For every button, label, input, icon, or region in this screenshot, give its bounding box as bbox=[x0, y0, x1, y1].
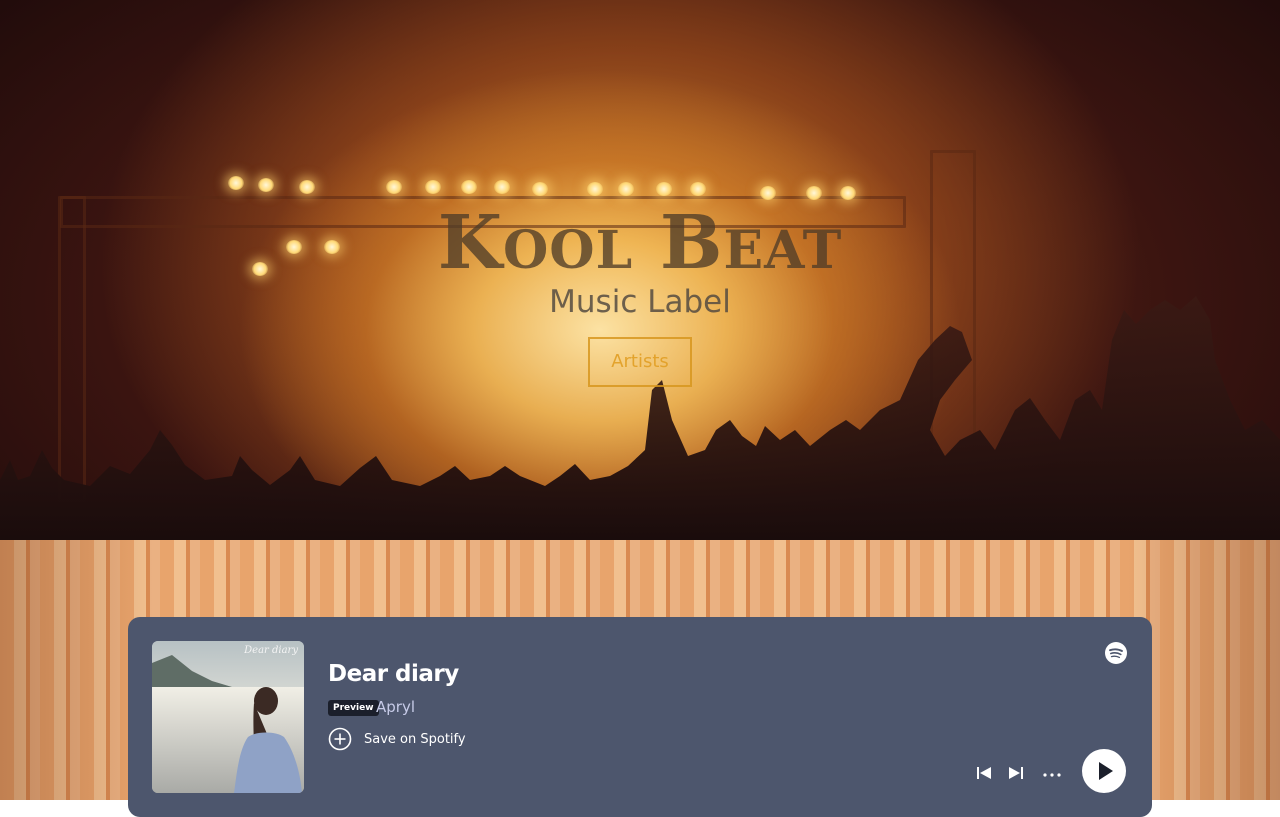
save-on-spotify-button[interactable]: Save on Spotify bbox=[328, 727, 466, 751]
stage-light bbox=[228, 176, 244, 190]
album-cover[interactable]: Dear diary bbox=[152, 641, 304, 793]
stage-light bbox=[806, 186, 822, 200]
album-cover-title: Dear diary bbox=[244, 645, 298, 656]
stage-light bbox=[425, 180, 441, 194]
add-circle-icon bbox=[328, 727, 352, 751]
artists-button[interactable]: Artists bbox=[588, 337, 692, 387]
preview-badge: Preview bbox=[328, 700, 379, 716]
spotify-embed-player: Dear diary Dear diary Preview Apryl Save… bbox=[128, 617, 1152, 817]
more-horizontal-icon[interactable] bbox=[1042, 767, 1062, 783]
stage-light bbox=[532, 182, 548, 196]
album-cover-image bbox=[152, 641, 304, 793]
stage-light bbox=[494, 180, 510, 194]
stage-light bbox=[461, 180, 477, 194]
stage-light bbox=[299, 180, 315, 194]
hero-title: Kool Beat bbox=[437, 200, 843, 286]
play-icon bbox=[1099, 762, 1113, 780]
stage-light bbox=[760, 186, 776, 200]
play-button[interactable] bbox=[1082, 749, 1126, 793]
stage-light bbox=[386, 180, 402, 194]
skip-back-icon[interactable] bbox=[976, 765, 992, 781]
stage-light bbox=[690, 182, 706, 196]
stage-light bbox=[656, 182, 672, 196]
stage-light bbox=[258, 178, 274, 192]
stage-light bbox=[840, 186, 856, 200]
stage-light bbox=[618, 182, 634, 196]
artist-link[interactable]: Apryl bbox=[376, 698, 415, 716]
hero-section: Kool Beat Music Label Artists bbox=[0, 0, 1280, 540]
save-on-spotify-label: Save on Spotify bbox=[364, 731, 466, 747]
stage-light bbox=[587, 182, 603, 196]
track-title[interactable]: Dear diary bbox=[328, 661, 459, 687]
spotify-logo-icon[interactable] bbox=[1104, 641, 1128, 665]
skip-forward-icon[interactable] bbox=[1008, 765, 1024, 781]
hero-subtitle: Music Label bbox=[549, 284, 731, 320]
